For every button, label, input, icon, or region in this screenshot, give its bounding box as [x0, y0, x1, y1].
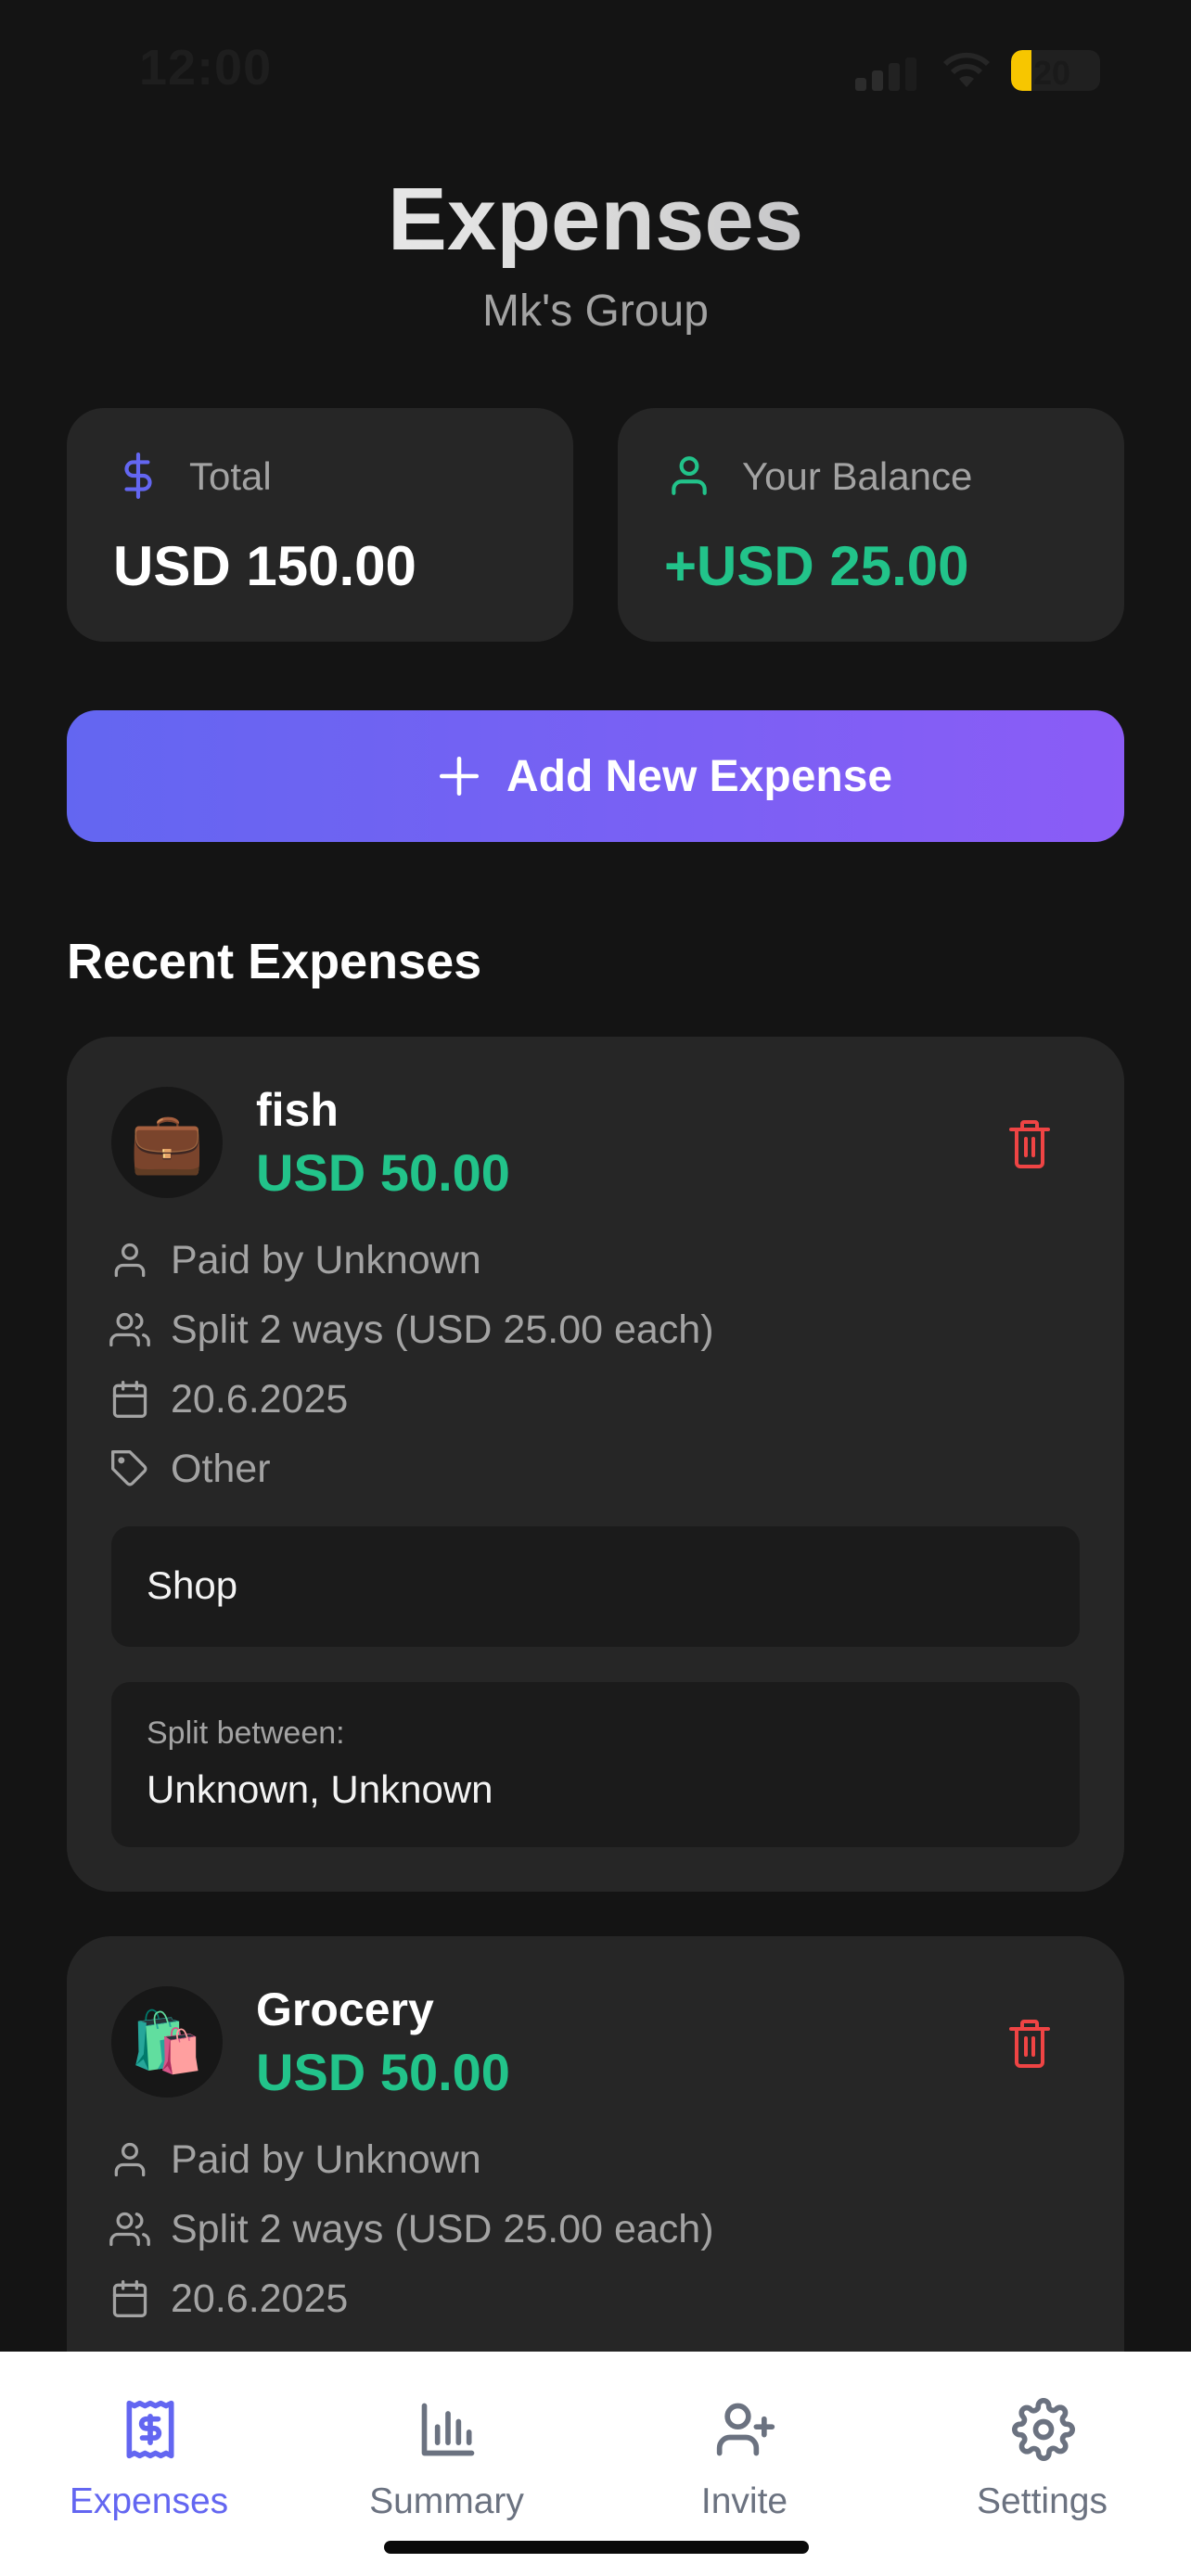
balance-card: Your Balance +USD 25.00: [618, 408, 1124, 642]
category-row: Other: [109, 1446, 271, 1492]
wifi-icon: [943, 52, 990, 87]
total-label: Total: [189, 454, 272, 498]
tab-label: Expenses: [69, 2481, 229, 2521]
users-icon: [109, 1312, 150, 1347]
battery-percent: 20: [1033, 54, 1071, 91]
trash-icon[interactable]: [1007, 1118, 1052, 1170]
user-icon: [114, 1243, 146, 1278]
note-box: Shop: [111, 1526, 1080, 1647]
page-title: Expenses: [0, 169, 1191, 271]
home-indicator[interactable]: [384, 2541, 809, 2554]
tag-icon: [111, 1450, 147, 1486]
dollar-icon: [124, 453, 152, 499]
paid-by-text: Paid by Unknown: [171, 2136, 481, 2182]
split-text: Split 2 ways (USD 25.00 each): [171, 2206, 714, 2251]
expense-name: fish: [256, 1084, 339, 1136]
status-bar: 12:00 20: [0, 0, 1191, 139]
tab-settings[interactable]: Settings: [893, 2352, 1191, 2576]
tab-expenses[interactable]: Expenses: [0, 2352, 298, 2576]
split-row: Split 2 ways (USD 25.00 each): [109, 1307, 714, 1353]
tab-label: Invite: [700, 2481, 788, 2521]
expense-card[interactable]: 💼 fish USD 50.00 Paid by Unknown Split 2…: [67, 1037, 1124, 1892]
expense-amount: USD 50.00: [256, 1143, 510, 1202]
date-text: 20.6.2025: [171, 1376, 349, 1422]
total-card: Total USD 150.00: [67, 408, 573, 642]
note-text: Shop: [147, 1563, 238, 1607]
receipt-icon: [126, 2400, 174, 2459]
status-time: 12:00: [139, 40, 273, 96]
user-icon: [672, 456, 707, 495]
paid-by-row: Paid by Unknown: [109, 1237, 481, 1283]
recent-expenses-heading: Recent Expenses: [67, 934, 482, 989]
split-text: Split 2 ways (USD 25.00 each): [171, 1307, 714, 1352]
balance-value: +USD 25.00: [664, 535, 969, 597]
category-emoji: 🛍️: [111, 1986, 223, 2098]
trash-icon[interactable]: [1007, 2018, 1052, 2070]
battery-icon: 20: [1011, 50, 1100, 91]
calendar-icon: [112, 2280, 147, 2317]
date-text: 20.6.2025: [171, 2276, 349, 2321]
split-between-names: Unknown, Unknown: [147, 1767, 493, 1811]
tab-label: Summary: [369, 2481, 524, 2521]
expense-amount: USD 50.00: [256, 2043, 510, 2101]
tab-label: Settings: [977, 2481, 1108, 2521]
split-between-label: Split between:: [147, 1715, 345, 1751]
user-plus-icon: [716, 2403, 775, 2456]
add-expense-button[interactable]: Add New Expense: [67, 710, 1124, 842]
group-name: Mk's Group: [482, 287, 709, 336]
category-text: Other: [171, 1446, 271, 1491]
balance-label: Your Balance: [742, 454, 973, 498]
paid-by-row: Paid by Unknown: [109, 2136, 481, 2183]
bar-chart-icon: [421, 2403, 475, 2456]
gear-icon: [1012, 2398, 1075, 2461]
cellular-signal-icon: [855, 57, 916, 91]
paid-by-text: Paid by Unknown: [171, 1237, 481, 1282]
date-row: 20.6.2025: [109, 2276, 348, 2322]
plus-icon: [439, 756, 480, 797]
calendar-icon: [112, 1381, 147, 1418]
date-row: 20.6.2025: [109, 1376, 348, 1422]
user-icon: [114, 2142, 146, 2177]
total-value: USD 150.00: [113, 535, 416, 597]
add-expense-label: Add New Expense: [506, 752, 893, 801]
expense-name: Grocery: [256, 1983, 434, 2035]
users-icon: [109, 2212, 150, 2247]
app-screen: 12:00 20 Expenses Mk's Group Total USD 1…: [0, 0, 1191, 2576]
split-between-box: Split between: Unknown, Unknown: [111, 1682, 1080, 1847]
category-emoji: 💼: [111, 1087, 223, 1198]
split-row: Split 2 ways (USD 25.00 each): [109, 2206, 714, 2252]
